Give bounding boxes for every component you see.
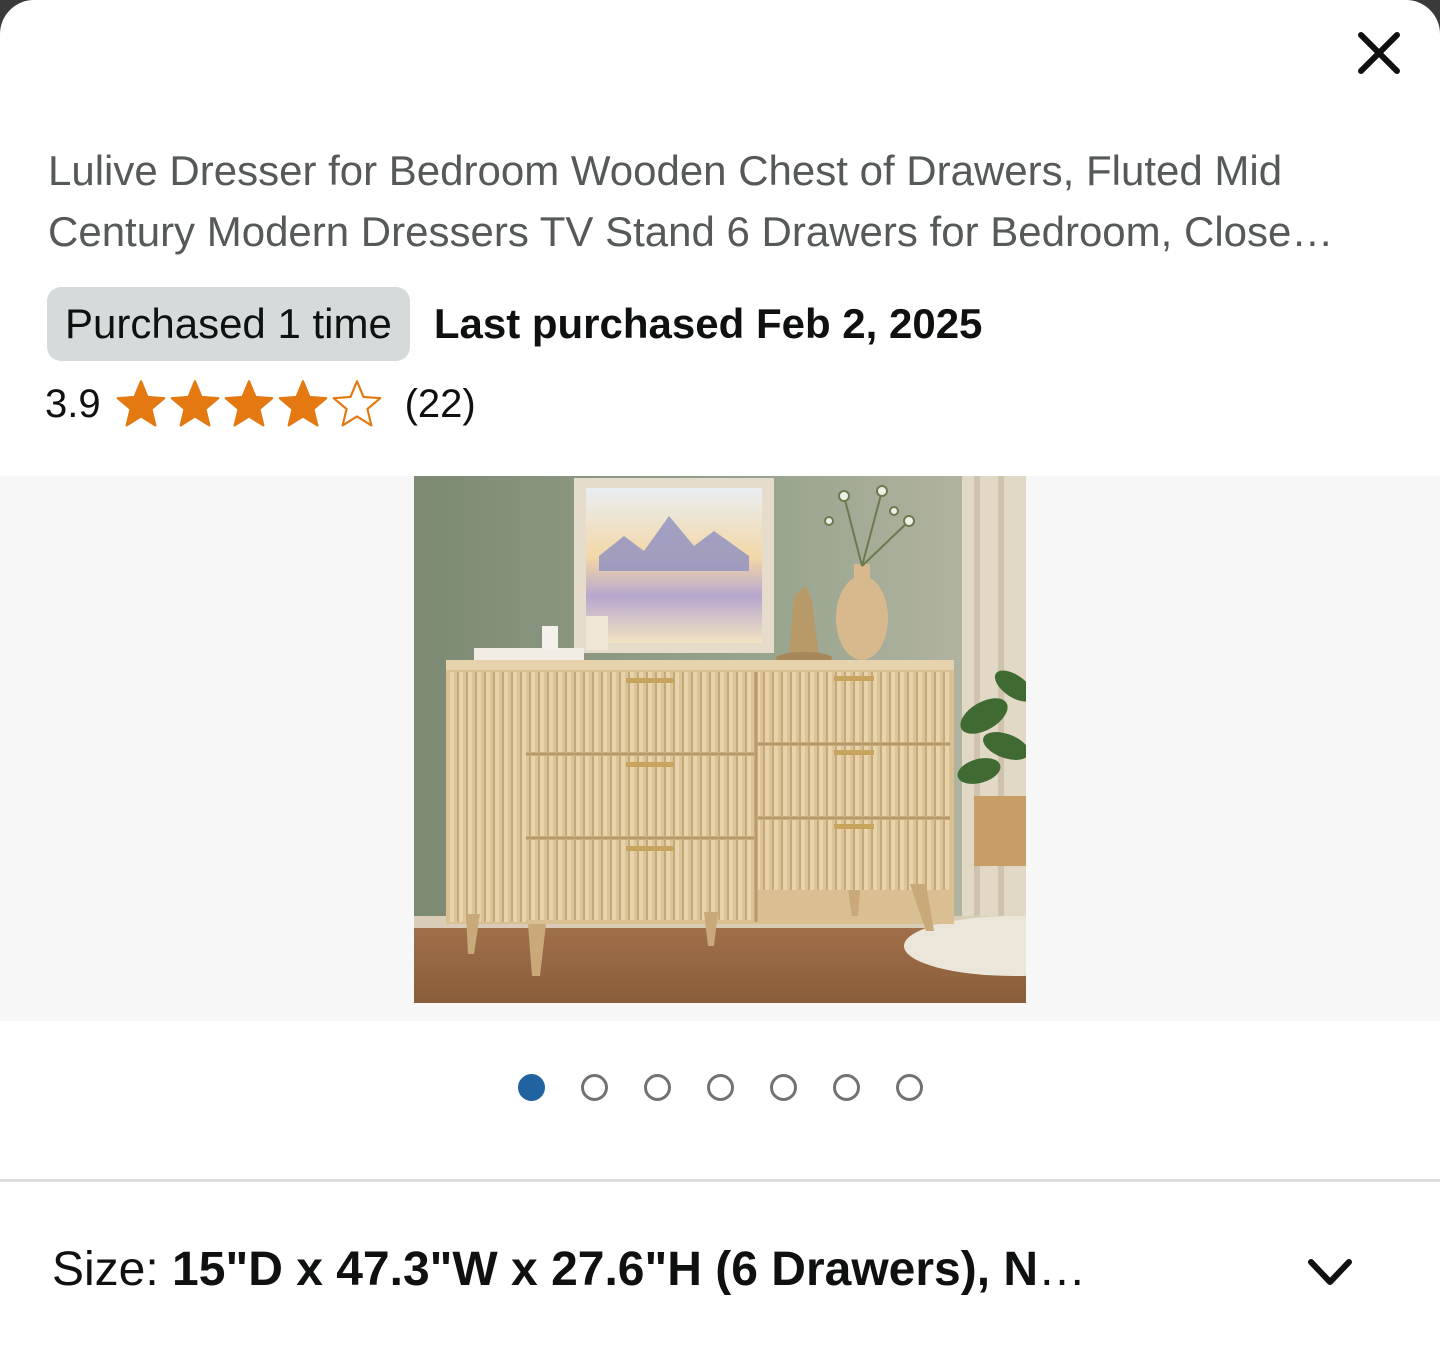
gallery-dot[interactable]	[517, 1074, 545, 1101]
gallery-dot[interactable]	[643, 1074, 671, 1101]
size-text: Size: 15"D x 47.3"W x 27.6"H (6 Drawers)…	[52, 1240, 1112, 1300]
size-label: Size:	[52, 1243, 173, 1296]
gallery-dot[interactable]	[580, 1074, 608, 1101]
star-icon	[224, 380, 273, 427]
rating-summary[interactable]: 3.9 (22)	[45, 376, 476, 432]
purchased-badge: Purchased 1 time	[47, 287, 410, 361]
product-image[interactable]	[414, 476, 1026, 1003]
gallery-dot[interactable]	[706, 1074, 734, 1101]
review-count[interactable]: (22)	[405, 382, 476, 427]
last-purchased-date: Last purchased Feb 2, 2025	[433, 300, 983, 347]
gallery-pagination	[0, 1074, 1440, 1101]
gallery-dot[interactable]	[769, 1074, 797, 1101]
product-detail-sheet: Lulive Dresser for Bedroom Wooden Chest …	[0, 0, 1440, 1352]
gallery-dot[interactable]	[832, 1074, 860, 1101]
star-rating	[115, 378, 385, 430]
dresser-photo	[414, 476, 1026, 1003]
star-icon	[278, 380, 327, 427]
gallery-dot[interactable]	[895, 1074, 923, 1101]
close-button[interactable]	[1346, 20, 1412, 86]
size-value: 15"D x 47.3"W x 27.6"H (6 Drawers), Natu…	[172, 1243, 1112, 1296]
star-icon	[116, 380, 165, 427]
star-icon	[332, 380, 381, 427]
chevron-down-icon	[1308, 1259, 1352, 1285]
star-icon	[170, 380, 219, 427]
size-selector[interactable]: Size: 15"D x 47.3"W x 27.6"H (6 Drawers)…	[0, 1182, 1440, 1352]
rating-value: 3.9	[45, 381, 101, 426]
product-title[interactable]: Lulive Dresser for Bedroom Wooden Chest …	[48, 140, 1398, 262]
close-icon	[1358, 32, 1400, 74]
image-gallery[interactable]	[0, 476, 1440, 1021]
purchase-info: Purchased 1 time Last purchased Feb 2, 2…	[47, 287, 982, 361]
